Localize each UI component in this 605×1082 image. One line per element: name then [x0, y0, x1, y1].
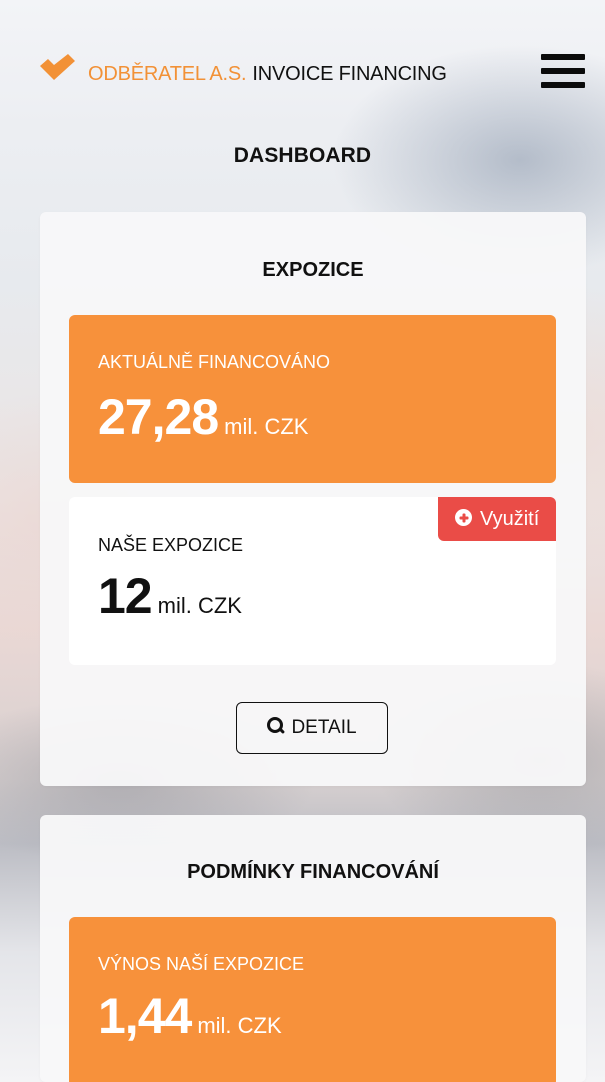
yield-unit: mil. CZK	[197, 1013, 282, 1038]
yield-label: VÝNOS NAŠÍ EXPOZICE	[98, 954, 305, 974]
product-name: INVOICE FINANCING	[252, 63, 447, 85]
our-exposure-unit: mil. CZK	[157, 593, 242, 618]
dashboard-screen: ODBĚRATEL A.S. INVOICE FINANCING DASHBOAR…	[0, 0, 605, 1082]
our-exposure-label: NAŠE EXPOZICE	[98, 535, 244, 555]
company-name: ODBĚRATEL A.S.	[88, 63, 247, 85]
plus-circle-icon	[455, 509, 472, 526]
current-financed-unit: mil. CZK	[224, 414, 309, 439]
our-exposure-value-row: 12 mil. CZK	[98, 570, 242, 622]
search-icon-handle	[278, 726, 286, 735]
usage-badge-button[interactable]: Využití	[438, 497, 556, 541]
yield-value: 1,44	[98, 988, 192, 1044]
current-financed-card: AKTUÁLNĚ FINANCOVÁNO 27,28 mil. CZK	[69, 315, 556, 483]
our-exposure-card: Využití NAŠE EXPOZICE 12 mil. CZK	[69, 497, 556, 665]
current-financed-value-row: 27,28 mil. CZK	[98, 391, 308, 443]
menu-line	[541, 54, 585, 60]
financing-conditions-panel: PODMÍNKY FINANCOVÁNÍ VÝNOS NAŠÍ EXPOZICE…	[40, 815, 586, 1082]
detail-button[interactable]: DETAIL	[236, 702, 388, 754]
current-financed-label: AKTUÁLNĚ FINANCOVÁNO	[98, 352, 331, 372]
yield-value-row: 1,44 mil. CZK	[98, 990, 282, 1042]
hamburger-menu-icon[interactable]	[541, 54, 587, 94]
current-financed-value: 27,28	[98, 389, 219, 445]
usage-badge-label: Využití	[480, 508, 540, 530]
expozice-title: EXPOZICE	[262, 259, 364, 281]
yield-card: VÝNOS NAŠÍ EXPOZICE 1,44 mil. CZK	[69, 917, 556, 1082]
checkmark-icon	[40, 54, 75, 80]
our-exposure-value: 12	[98, 568, 153, 624]
expozice-panel: EXPOZICE AKTUÁLNĚ FINANCOVÁNO 27,28 mil. …	[40, 212, 586, 786]
search-icon	[267, 717, 286, 735]
financing-conditions-title: PODMÍNKY FINANCOVÁNÍ	[187, 861, 439, 883]
menu-line	[541, 82, 585, 88]
app-header: ODBĚRATEL A.S. INVOICE FINANCING	[0, 0, 605, 110]
page-title: DASHBOARD	[233, 144, 372, 167]
menu-line	[541, 68, 585, 74]
detail-button-label: DETAIL	[291, 717, 357, 738]
app-brand: ODBĚRATEL A.S. INVOICE FINANCING	[88, 62, 447, 86]
